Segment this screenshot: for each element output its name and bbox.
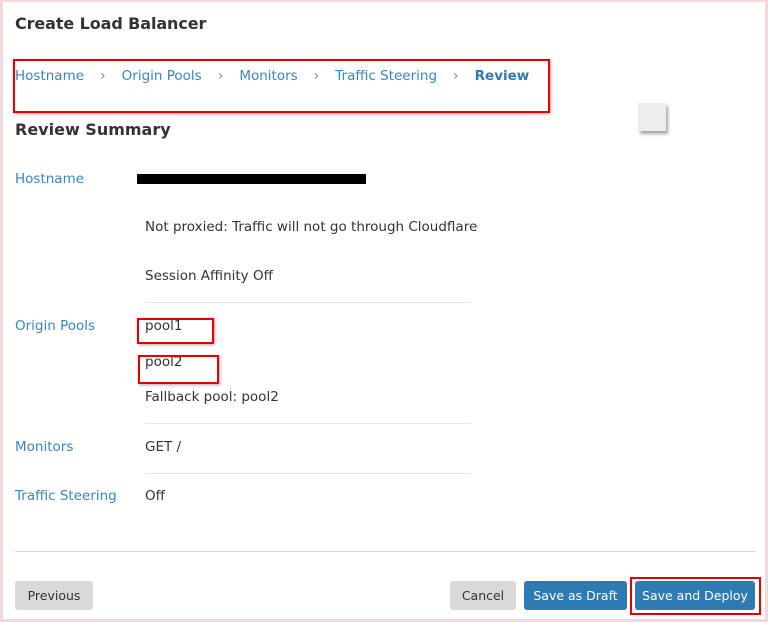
monitors-value: GET / xyxy=(145,439,182,455)
breadcrumb-origin-pools[interactable]: Origin Pools xyxy=(122,68,202,84)
traffic-steering-value: Off xyxy=(145,488,165,504)
divider xyxy=(145,302,471,303)
pool-item: pool2 xyxy=(145,354,183,370)
traffic-steering-label: Traffic Steering xyxy=(15,488,117,504)
pool-item: pool1 xyxy=(145,318,183,334)
fallback-pool-value: Fallback pool: pool2 xyxy=(145,389,279,405)
cancel-button[interactable]: Cancel xyxy=(450,581,516,610)
breadcrumb-traffic-steering[interactable]: Traffic Steering xyxy=(335,68,437,84)
page-title: Create Load Balancer xyxy=(15,14,207,33)
save-as-draft-button[interactable]: Save as Draft xyxy=(524,581,627,610)
divider xyxy=(145,473,471,474)
save-and-deploy-button[interactable]: Save and Deploy xyxy=(635,581,755,610)
footer-divider xyxy=(15,551,756,552)
previous-button[interactable]: Previous xyxy=(15,581,93,610)
hostname-value-redacted xyxy=(137,174,366,184)
chevron-right-icon: › xyxy=(313,68,320,84)
proxy-status-value: Not proxied: Traffic will not go through… xyxy=(145,219,478,235)
section-title: Review Summary xyxy=(15,120,171,139)
hostname-label: Hostname xyxy=(15,171,85,187)
floating-square-widget[interactable] xyxy=(638,103,666,131)
breadcrumb-hostname[interactable]: Hostname xyxy=(15,68,84,84)
page-frame: Create Load Balancer Hostname › Origin P… xyxy=(0,0,768,622)
chevron-right-icon: › xyxy=(453,68,459,84)
chevron-right-icon: › xyxy=(100,68,106,84)
divider xyxy=(145,423,471,424)
origin-pools-label: Origin Pools xyxy=(15,318,96,334)
breadcrumb-review[interactable]: Review xyxy=(475,68,530,84)
session-affinity-value: Session Affinity Off xyxy=(145,268,273,284)
monitors-label: Monitors xyxy=(15,439,74,455)
wizard-breadcrumb: Hostname › Origin Pools › Monitors › Tra… xyxy=(15,68,529,84)
breadcrumb-monitors[interactable]: Monitors xyxy=(239,68,297,84)
chevron-right-icon: › xyxy=(217,68,224,84)
